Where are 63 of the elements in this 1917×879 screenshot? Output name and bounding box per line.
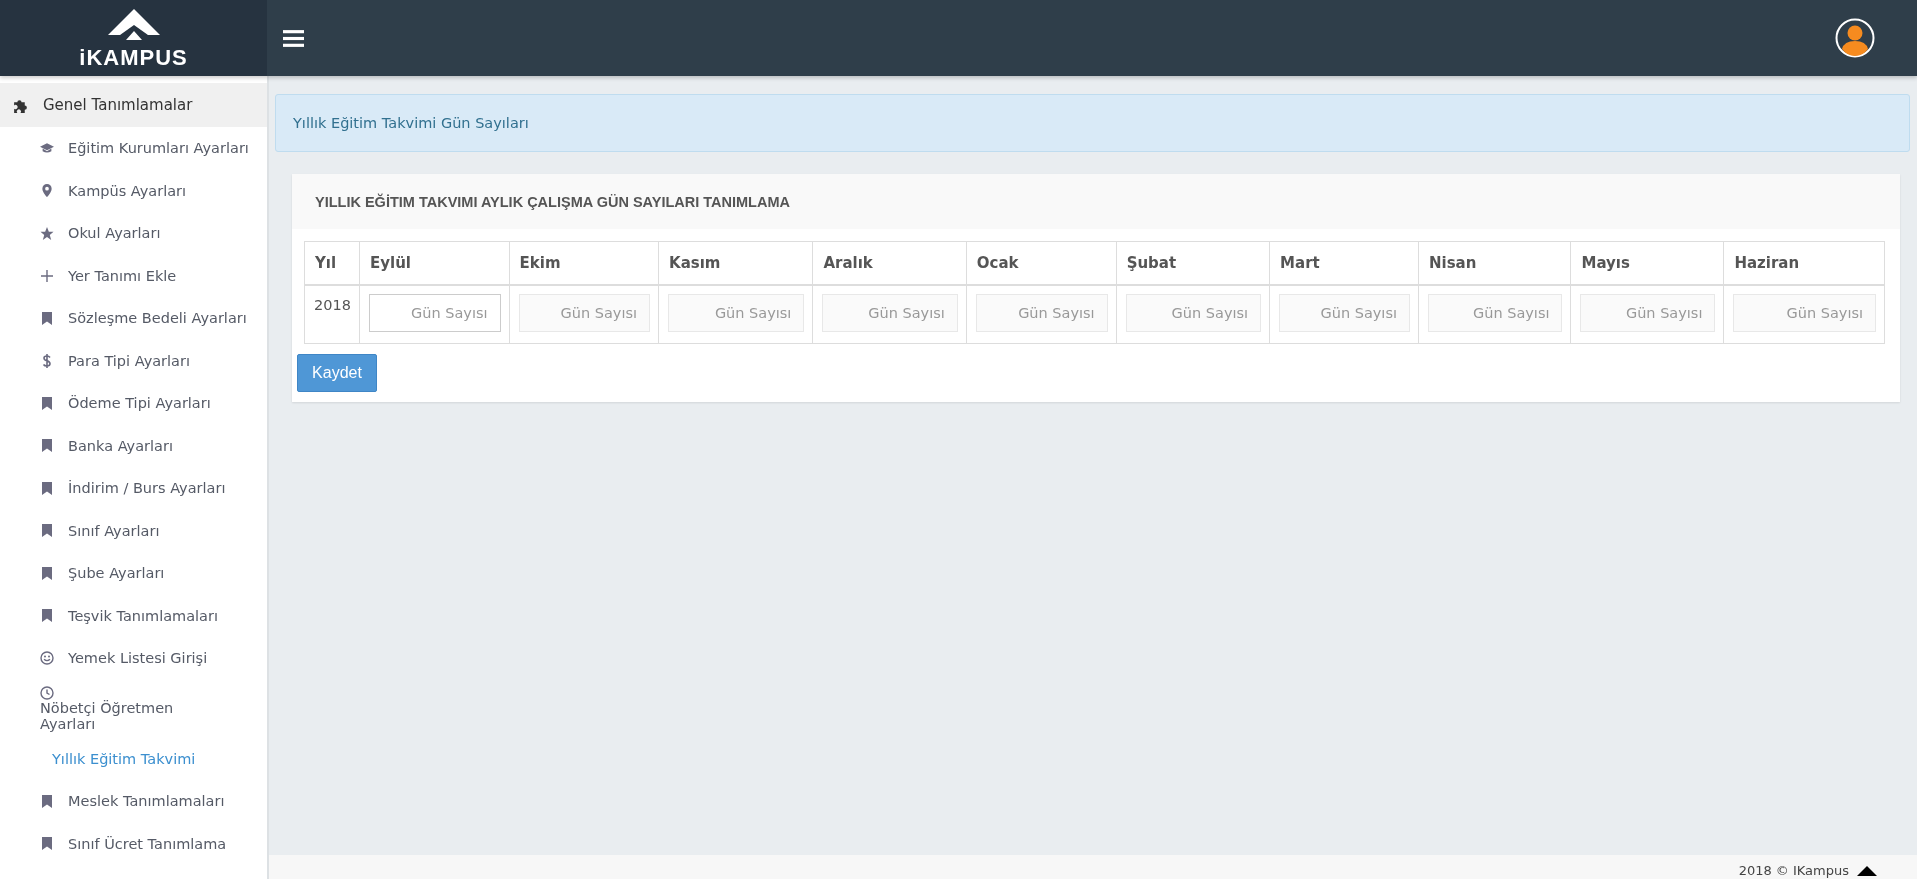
clock-icon <box>40 685 54 700</box>
sidebar-item[interactable]: Ödeme Tipi Ayarları <box>0 382 267 425</box>
breadcrumb-banner: Yıllık Eğitim Takvimi Gün Sayıları <box>275 94 1910 152</box>
column-header: Ekim <box>509 241 659 285</box>
day-count-field[interactable]: Gün Sayısı <box>1125 294 1262 332</box>
column-header: Şubat <box>1116 241 1270 285</box>
bookmark-icon <box>40 566 54 580</box>
plus-icon <box>40 269 54 282</box>
logo-text: iKAMPUS <box>79 47 188 69</box>
sidebar-item[interactable]: Sınıf Ücret Tanımlama <box>0 822 267 865</box>
column-header: Nisan <box>1418 241 1571 285</box>
column-header: Haziran <box>1723 241 1885 285</box>
sidebar-item[interactable]: İndirim / Burs Ayarları <box>0 467 267 510</box>
sidebar-item[interactable]: Banka Ayarları <box>0 424 267 467</box>
column-header: Yıl <box>304 241 360 285</box>
user-avatar-icon[interactable] <box>1835 18 1875 58</box>
sidebar-item[interactable]: Nöbetçi Öğretmen Ayarları <box>0 679 267 738</box>
bookmark-icon <box>40 481 54 495</box>
column-header: Ocak <box>966 241 1117 285</box>
sidebar-item[interactable]: Eğitim Kurumları Ayarları <box>0 127 267 170</box>
sidebar-item[interactable]: Sözleşme Bedeli Ayarları <box>0 297 267 340</box>
day-count-field[interactable]: Gün Sayısı <box>518 294 651 332</box>
day-count-field[interactable]: Gün Sayısı <box>1733 294 1876 332</box>
bookmark-icon <box>40 396 54 410</box>
smiley-icon <box>40 651 54 666</box>
sidebar-item[interactable]: Teşvik Tanımlamaları <box>0 594 267 637</box>
footer-copyright: 2018 © IKampus <box>1738 863 1849 879</box>
column-header: Mayıs <box>1570 241 1724 285</box>
day-count-field[interactable]: Gün Sayısı <box>1580 294 1716 332</box>
sidebar-item[interactable]: Yemek Listesi Girişi <box>0 637 267 680</box>
sidebar-item[interactable]: Yer Tanımı Ekle <box>0 254 267 297</box>
bookmark-icon <box>40 794 54 808</box>
graduation-cap-icon <box>40 142 54 154</box>
bookmark-icon <box>40 524 54 538</box>
column-header: Eylül <box>359 241 509 285</box>
dollar-icon <box>40 353 54 368</box>
day-count-field[interactable]: Gün Sayısı <box>668 294 805 332</box>
bookmark-icon <box>40 311 54 325</box>
sidebar-item[interactable]: Para Tipi Ayarları <box>0 339 267 382</box>
sidebar-item[interactable]: Meslek Tanımlamaları <box>0 780 267 823</box>
scroll-up-icon[interactable] <box>1857 866 1877 876</box>
map-pin-icon <box>40 184 54 198</box>
bookmark-icon <box>40 439 54 453</box>
star-icon <box>40 226 54 240</box>
sidebar-item[interactable]: Okul Ayarları <box>0 212 267 255</box>
column-header: Kasım <box>658 241 813 285</box>
day-count-field[interactable]: Gün Sayısı <box>822 294 958 332</box>
day-count-field[interactable]: Gün Sayısı <box>1279 294 1410 332</box>
menu-icon[interactable] <box>283 29 304 47</box>
sidebar-item[interactable]: Yıllık Eğitim Takvimi <box>0 737 267 780</box>
day-count-field[interactable]: Gün Sayısı <box>369 294 501 332</box>
day-count-field[interactable]: Gün Sayısı <box>975 294 1108 332</box>
day-count-field[interactable]: Gün Sayısı <box>1427 294 1563 332</box>
column-header: Mart <box>1269 241 1419 285</box>
bookmark-icon <box>40 609 54 623</box>
sidebar-item[interactable]: Sınıf Ayarları <box>0 509 267 552</box>
sidebar-item[interactable]: Şube Ayarları <box>0 552 267 595</box>
sidebar-group[interactable]: Genel Tanımlamalar <box>0 83 267 127</box>
sidebar-item[interactable]: Kampüs Ayarları <box>0 169 267 212</box>
column-header: Aralık <box>812 241 967 285</box>
year-cell: 2018 <box>304 285 360 344</box>
bookmark-icon <box>40 837 54 851</box>
card-title: YILLIK EĞİTIM TAKVIMI AYLIK ÇALIŞMA GÜN SAYILARI TANIMLAMA <box>292 174 1900 229</box>
